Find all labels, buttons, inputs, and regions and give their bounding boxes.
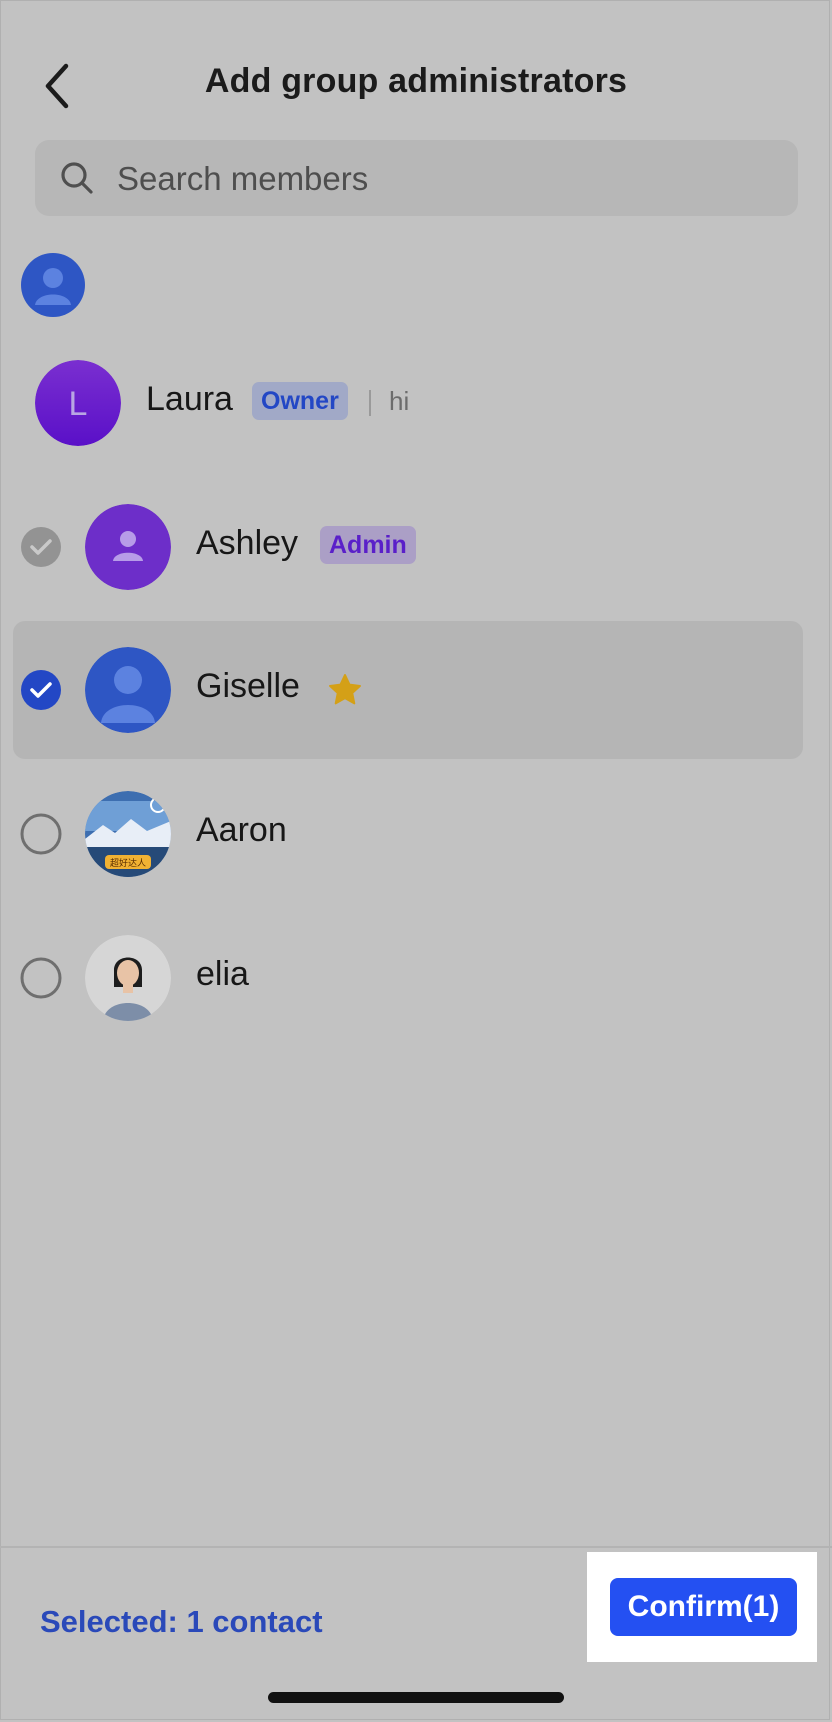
- star-icon: [329, 674, 361, 705]
- svg-text:L: L: [69, 385, 88, 423]
- page-title: Add group administrators: [204, 62, 628, 100]
- member-name: elia: [196, 955, 249, 993]
- search-bar[interactable]: [35, 140, 798, 216]
- divider: [369, 390, 371, 416]
- member-row-ashley[interactable]: Ashley Admin: [0, 478, 832, 616]
- member-signature: hi: [389, 386, 410, 416]
- selected-member-chip[interactable]: [21, 253, 85, 317]
- member-name: Laura: [146, 380, 233, 418]
- confirm-button-container: Confirm(1): [587, 1552, 817, 1662]
- owner-badge: Owner: [252, 382, 348, 420]
- header: Add group administrators: [0, 44, 832, 116]
- member-row-laura: L Laura Owner hi: [0, 334, 832, 472]
- member-row-aaron[interactable]: 超好达人 Aaron: [0, 765, 832, 903]
- confirm-button[interactable]: Confirm(1): [610, 1578, 797, 1636]
- avatar: [85, 504, 171, 590]
- person-avatar-icon: [21, 253, 85, 317]
- unchecked-circle-icon[interactable]: [20, 813, 62, 855]
- checked-icon[interactable]: [20, 669, 62, 711]
- member-name: Ashley: [196, 524, 299, 562]
- avatar-photo: [85, 935, 171, 1021]
- avatar-photo: 超好达人: [85, 791, 171, 877]
- search-input[interactable]: [115, 154, 759, 204]
- member-name: Giselle: [196, 667, 300, 705]
- avatar: L: [35, 360, 121, 446]
- unchecked-circle-icon[interactable]: [20, 957, 62, 999]
- member-row-giselle[interactable]: Giselle: [0, 621, 832, 759]
- avatar: [85, 647, 171, 733]
- checked-disabled-icon: [21, 527, 61, 567]
- admin-badge: Admin: [320, 526, 416, 564]
- member-row-elia[interactable]: elia: [0, 909, 832, 1047]
- svg-text:超好达人: 超好达人: [110, 857, 146, 869]
- member-name: Aaron: [196, 811, 287, 849]
- search-icon: [61, 162, 93, 194]
- home-indicator: [268, 1692, 564, 1703]
- selected-count-label[interactable]: Selected: 1 contact: [40, 1604, 323, 1640]
